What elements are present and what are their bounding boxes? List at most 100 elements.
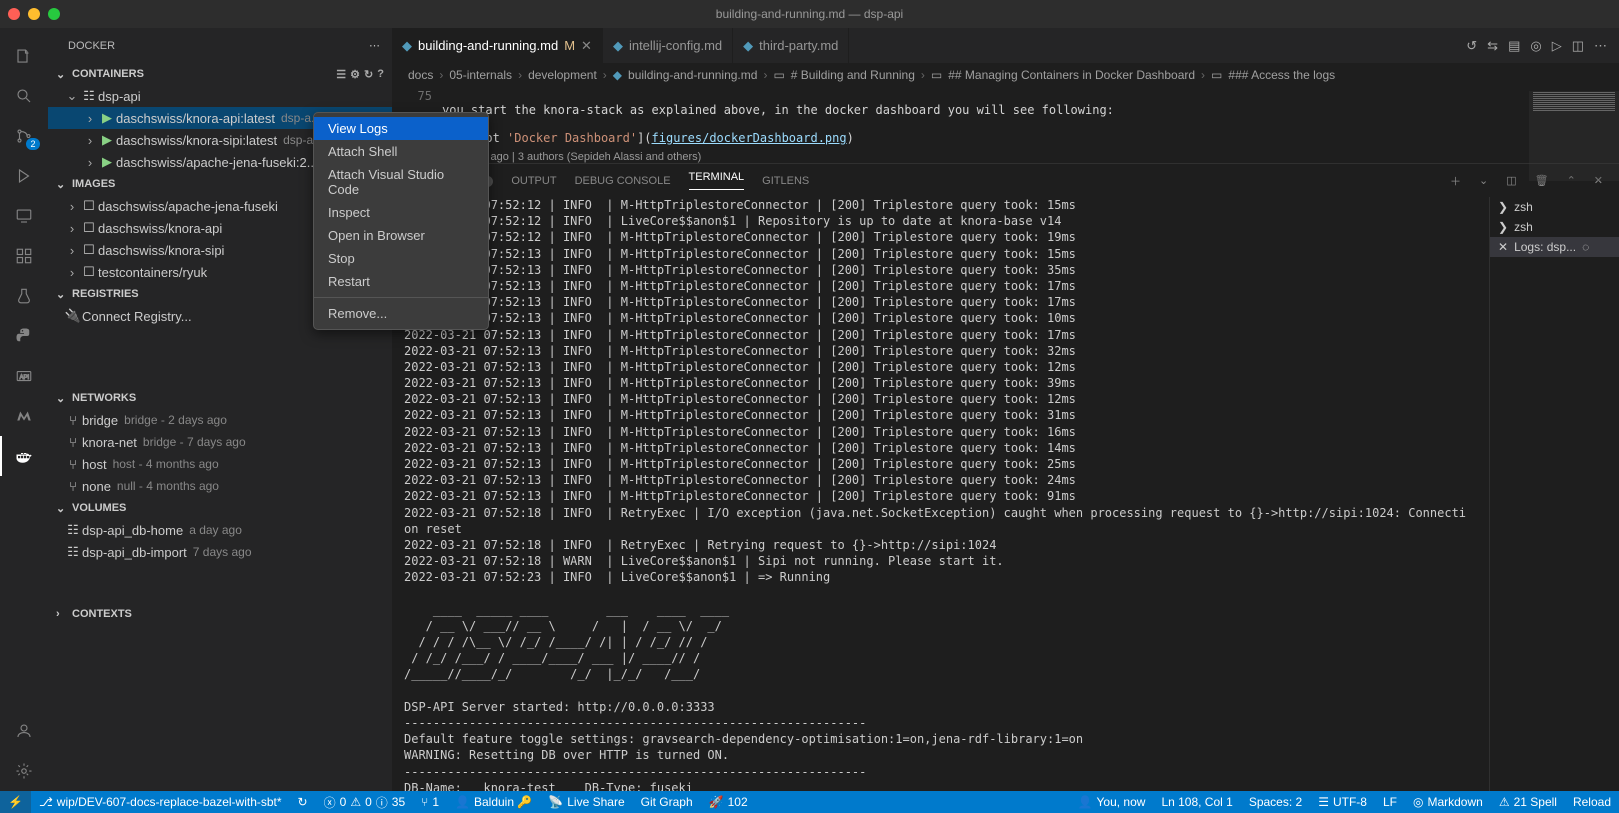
spell-button[interactable]: ⚠21 Spell <box>1491 791 1565 813</box>
section-volumes[interactable]: ⌄VOLUMES <box>48 497 392 519</box>
tab-building-and-running[interactable]: ◆ building-and-running.md M ✕ <box>392 28 603 63</box>
account-icon[interactable] <box>0 711 48 751</box>
sync-button[interactable]: ↻ <box>290 791 316 813</box>
menu-attach-shell[interactable]: Attach Shell <box>314 140 488 163</box>
test-icon[interactable] <box>0 276 48 316</box>
extensions-icon[interactable] <box>0 236 48 276</box>
terminal-output[interactable]: 07:52:12 | INFO | M-HttpTriplestoreConne… <box>392 197 1489 791</box>
docker-icon[interactable] <box>0 436 48 476</box>
api-icon[interactable]: API <box>0 356 48 396</box>
liveshare-button[interactable]: 📡Live Share <box>540 791 632 813</box>
symbol-heading-icon: ▭ <box>931 68 942 82</box>
network-item[interactable]: ⑂nonenull - 4 months ago <box>48 475 392 497</box>
network-item[interactable]: ⑂hosthost - 4 months ago <box>48 453 392 475</box>
close-tab-icon[interactable]: ✕ <box>581 38 592 54</box>
branch-icon: ⎇ <box>39 795 53 809</box>
close-window-icon[interactable] <box>8 8 20 20</box>
settings-icon[interactable]: ⚙ <box>350 68 360 81</box>
rocket-button[interactable]: 🚀102 <box>701 791 756 813</box>
explorer-icon[interactable] <box>0 36 48 76</box>
more-actions-icon[interactable]: ⋯ <box>1594 38 1607 54</box>
markdown-file-icon: ◆ <box>402 38 412 54</box>
remote-explorer-icon[interactable] <box>0 196 48 236</box>
encoding-button[interactable]: ☰UTF-8 <box>1310 791 1375 813</box>
window-title: building-and-running.md — dsp-api <box>716 7 903 21</box>
sidebar-more-icon[interactable]: ⋯ <box>369 39 380 52</box>
refresh-icon[interactable]: ↻ <box>364 68 373 81</box>
terminal-list: ❯zsh ❯zsh ✕Logs: dsp...◌ <box>1489 197 1619 791</box>
tab-intellij-config[interactable]: ◆ intellij-config.md <box>603 28 733 63</box>
help-icon[interactable]: ? <box>377 68 384 81</box>
activity-bar: 2 API <box>0 28 48 791</box>
menu-restart[interactable]: Restart <box>314 270 488 293</box>
problems-button[interactable]: ⓧ0⚠0ⓘ35 <box>316 791 414 813</box>
spinner-icon: ◌ <box>1582 240 1589 254</box>
maximize-window-icon[interactable] <box>48 8 60 20</box>
terminal-session[interactable]: ❯zsh <box>1490 217 1619 237</box>
branch-button[interactable]: ⎇wip/DEV-607-docs-replace-bazel-with-sbt… <box>31 791 290 813</box>
indentation-button[interactable]: Spaces: 2 <box>1241 791 1310 813</box>
menu-view-logs[interactable]: View Logs <box>314 117 488 140</box>
breadcrumbs[interactable]: docs› 05-internals› development› ◆buildi… <box>392 63 1619 87</box>
sidebar-title: DOCKER <box>68 40 115 52</box>
menu-inspect[interactable]: Inspect <box>314 201 488 224</box>
new-terminal-icon[interactable]: ＋ <box>1450 173 1461 189</box>
python-icon[interactable] <box>0 316 48 356</box>
ports-button[interactable]: ⑂1 <box>413 791 447 813</box>
metals-icon[interactable] <box>0 396 48 436</box>
language-button[interactable]: ◎Markdown <box>1405 791 1491 813</box>
preview-icon[interactable]: ◎ <box>1530 38 1541 54</box>
tab-terminal[interactable]: TERMINAL <box>689 171 745 190</box>
split-preview-icon[interactable]: ▤ <box>1508 38 1520 54</box>
eol-button[interactable]: LF <box>1375 791 1405 813</box>
statusbar: ⚡ ⎇wip/DEV-607-docs-replace-bazel-with-s… <box>0 791 1619 813</box>
tools-icon: ✕ <box>1498 240 1508 254</box>
search-icon[interactable] <box>0 76 48 116</box>
volume-item[interactable]: ☷dsp-api_db-import7 days ago <box>48 541 392 563</box>
split-icon[interactable]: ◫ <box>1572 38 1584 54</box>
user-button[interactable]: 👤Balduin 🔑 <box>447 791 540 813</box>
tab-third-party[interactable]: ◆ third-party.md <box>733 28 849 63</box>
section-containers[interactable]: ⌄CONTAINERS ☰ ⚙ ↻ ? <box>48 63 392 85</box>
section-networks[interactable]: ⌄NETWORKS <box>48 387 392 409</box>
tab-gitlens[interactable]: GITLENS <box>762 175 809 187</box>
scm-badge: 2 <box>26 138 40 150</box>
plug-icon: ⑂ <box>421 795 428 809</box>
menu-stop[interactable]: Stop <box>314 247 488 270</box>
history-icon[interactable]: ↺ <box>1466 38 1477 54</box>
scm-icon[interactable]: 2 <box>0 116 48 156</box>
menu-attach-vscode[interactable]: Attach Visual Studio Code <box>314 163 488 201</box>
run-icon[interactable]: ▷ <box>1552 38 1562 54</box>
markdown-file-icon: ◆ <box>613 38 623 54</box>
code-editor[interactable]: 75 you start the knora-stack as explaine… <box>392 87 1619 145</box>
menu-remove[interactable]: Remove... <box>314 302 488 325</box>
gear-icon[interactable] <box>0 751 48 791</box>
minimize-window-icon[interactable] <box>28 8 40 20</box>
terminal-session[interactable]: ✕Logs: dsp...◌ <box>1490 237 1619 257</box>
section-contexts[interactable]: ›CONTEXTS <box>48 603 392 625</box>
tab-output[interactable]: OUTPUT <box>511 175 556 187</box>
network-item[interactable]: ⑂knora-netbridge - 7 days ago <box>48 431 392 453</box>
gitlens-codelens[interactable]: second ago | 3 authors (Sepideh Alassi a… <box>392 151 1619 163</box>
blame-button[interactable]: 👤You, now <box>1070 791 1154 813</box>
split-terminal-icon[interactable]: ◫ <box>1506 174 1516 187</box>
list-icon[interactable]: ☰ <box>336 68 346 81</box>
menu-open-browser[interactable]: Open in Browser <box>314 224 488 247</box>
cursor-position[interactable]: Ln 108, Col 1 <box>1153 791 1240 813</box>
terminal-dropdown-icon[interactable]: ⌄ <box>1479 174 1488 187</box>
container-group[interactable]: ⌄☷dsp-api <box>48 85 392 107</box>
remote-button[interactable]: ⚡ <box>0 791 31 813</box>
run-debug-icon[interactable] <box>0 156 48 196</box>
network-item[interactable]: ⑂bridgebridge - 2 days ago <box>48 409 392 431</box>
markdown-file-icon: ◆ <box>743 38 753 54</box>
compare-icon[interactable]: ⇆ <box>1487 38 1498 54</box>
menu-separator <box>314 297 488 298</box>
reload-button[interactable]: Reload <box>1565 791 1619 813</box>
volume-item[interactable]: ☷dsp-api_db-homea day ago <box>48 519 392 541</box>
tab-debug-console[interactable]: DEBUG CONSOLE <box>575 175 671 187</box>
terminal-session[interactable]: ❯zsh <box>1490 197 1619 217</box>
panel: PROBLEMS 35 OUTPUT DEBUG CONSOLE TERMINA… <box>392 163 1619 791</box>
terminal-icon: ❯ <box>1498 220 1508 234</box>
gitgraph-button[interactable]: Git Graph <box>633 791 701 813</box>
minimap[interactable] <box>1529 91 1619 181</box>
